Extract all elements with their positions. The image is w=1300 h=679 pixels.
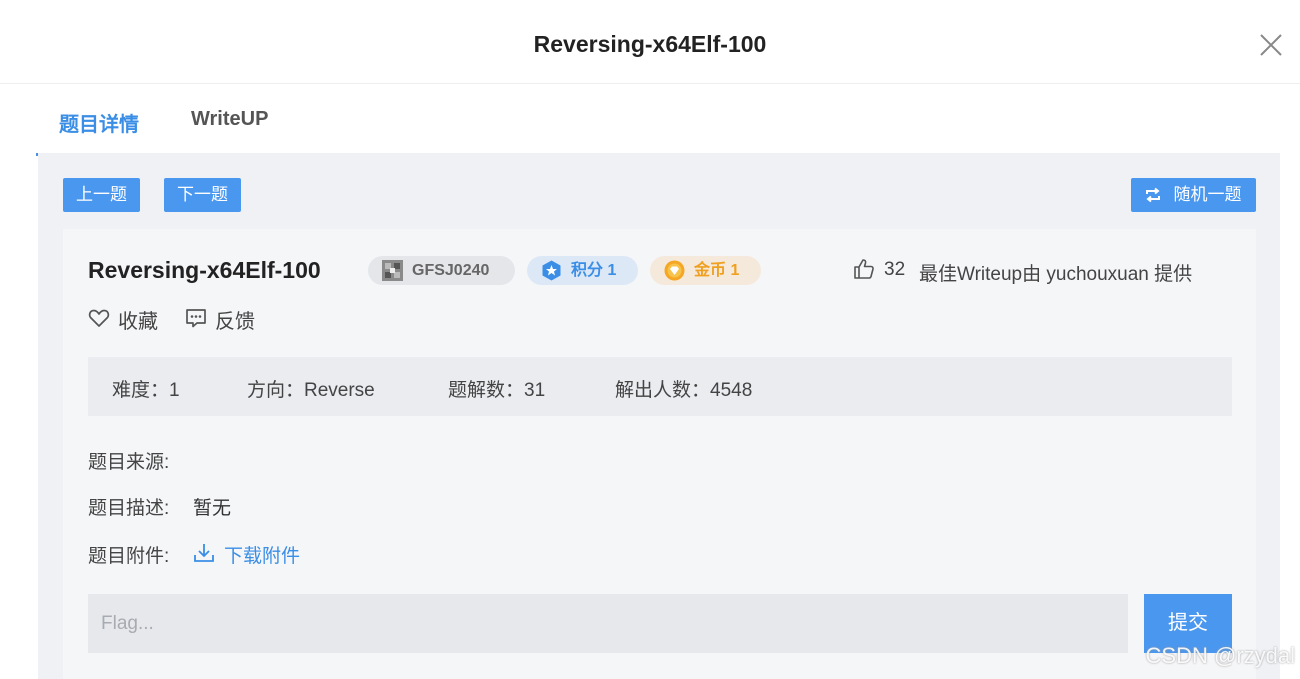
points-tag-label: 积分 1 xyxy=(571,262,617,279)
random-challenge-label: 随机一题 xyxy=(1173,185,1242,204)
modal-title: Reversing-x64Elf-100 xyxy=(533,31,767,57)
description-field: 题目描述: 暂无 xyxy=(88,493,231,520)
heart-icon xyxy=(88,309,110,327)
attachment-field: 题目附件: 下载附件 xyxy=(88,541,300,568)
stats-bar: 难度：1 方向：Reverse 题解数：31 解出人数：4548 xyxy=(88,357,1232,416)
attachment-label: 题目附件: xyxy=(88,546,170,567)
csdn-watermark: CSDN @rzydal xyxy=(1145,643,1295,668)
coins-tag: 金币 1 xyxy=(650,256,761,285)
close-icon[interactable] xyxy=(1258,32,1284,58)
points-tag: 积分 1 xyxy=(527,256,638,285)
thumbs-up-icon[interactable] xyxy=(853,258,875,280)
tab-challenge-details[interactable]: 题目详情 xyxy=(59,108,139,137)
source-label: 题目来源: xyxy=(88,452,170,473)
tab-writeup[interactable]: WriteUP xyxy=(191,108,268,131)
writeup-credit: 最佳Writeup由 yuchouxuan 提供 xyxy=(919,264,1193,285)
solvers-stat: 解出人数：4548 xyxy=(615,380,753,401)
challenge-title: Reversing-x64Elf-100 xyxy=(88,257,321,283)
next-challenge-button[interactable]: 下一题 xyxy=(164,178,241,212)
description-label: 题目描述: xyxy=(88,498,170,519)
star-badge-icon xyxy=(542,260,561,281)
feedback-label: 反馈 xyxy=(215,311,255,333)
feedback-icon xyxy=(186,309,206,328)
difficulty-stat: 难度：1 xyxy=(112,380,180,401)
coins-tag-label: 金币 1 xyxy=(694,262,740,279)
random-challenge-button[interactable]: 随机一题 xyxy=(1131,178,1256,212)
challenge-card: Reversing-x64Elf-100 GFSJ0240 积分 1 金币 1 … xyxy=(63,229,1256,679)
download-icon xyxy=(194,544,214,562)
flag-input[interactable] xyxy=(88,594,1128,653)
author-tag[interactable]: GFSJ0240 xyxy=(368,256,515,285)
modal-header: Reversing-x64Elf-100 xyxy=(0,0,1300,84)
author-tag-label: GFSJ0240 xyxy=(412,262,490,279)
solutions-stat: 题解数：31 xyxy=(448,380,546,401)
favorite-label: 收藏 xyxy=(118,311,158,333)
coin-icon xyxy=(664,260,685,281)
prev-challenge-button[interactable]: 上一题 xyxy=(63,178,140,212)
source-field: 题目来源: xyxy=(88,447,169,474)
likes-count: 32 xyxy=(884,259,906,280)
shuffle-icon xyxy=(1146,187,1160,203)
download-label: 下载附件 xyxy=(224,546,301,567)
author-avatar-icon xyxy=(382,260,403,281)
direction-stat: 方向：Reverse xyxy=(247,380,375,401)
challenge-panel: 上一题 下一题 随机一题 Reversing-x64Elf-100 GFSJ02… xyxy=(38,153,1280,679)
description-value: 暂无 xyxy=(193,498,232,519)
